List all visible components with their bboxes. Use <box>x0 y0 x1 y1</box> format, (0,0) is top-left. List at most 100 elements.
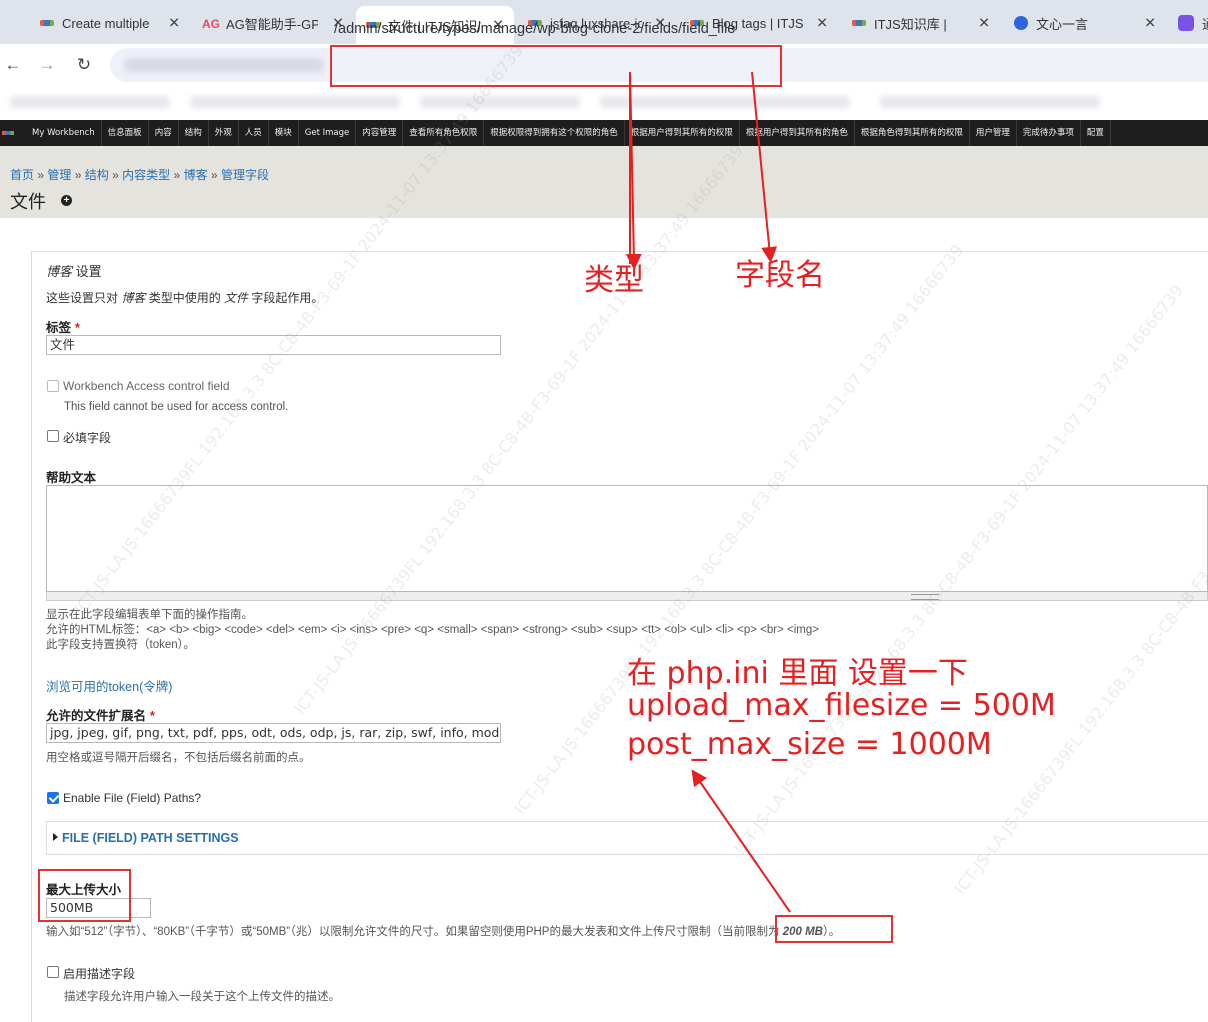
toolbar-item[interactable]: 根据用户得到其所有的角色 <box>740 120 855 146</box>
blurred-bookmark[interactable] <box>420 96 580 108</box>
breadcrumb-separator: » <box>210 168 218 182</box>
enable-description-checkbox[interactable] <box>47 966 59 978</box>
toolbar-item[interactable]: 内容管理 <box>356 120 404 146</box>
tab-title: ITJS知识库 | <box>874 16 947 32</box>
textarea-resize-handle[interactable] <box>46 592 1208 601</box>
toolbar-item[interactable]: 模块 <box>269 120 299 146</box>
browser-tab[interactable]: 通 <box>1168 8 1208 38</box>
ag-favicon-icon: AG <box>202 17 220 31</box>
close-icon[interactable]: ✕ <box>1144 15 1156 32</box>
admin-toolbar: My Workbench 信息面板 内容 结构 外观 人员 模块 Get Ima… <box>0 120 1208 146</box>
enable-description-help: 描述字段允许用户输入一段关于这个上传文件的描述。 <box>64 991 340 1003</box>
enable-description-label: 启用描述字段 <box>63 967 136 981</box>
forward-arrow-icon[interactable]: → <box>36 54 58 76</box>
browse-tokens-link[interactable]: 浏览可用的token(令牌) <box>46 676 172 695</box>
current-limit-highlight-box <box>775 915 893 943</box>
blurred-bookmark[interactable] <box>600 96 850 108</box>
label-text: 标签 <box>46 321 72 335</box>
toolbar-item[interactable]: 外观 <box>209 120 239 146</box>
toolbar-item[interactable]: 根据用户得到其所有的权限 <box>625 120 740 146</box>
tab-title: AG智能助手-GPT <box>226 16 318 32</box>
toolbar-item[interactable]: 结构 <box>179 120 209 146</box>
blurred-host <box>124 58 324 72</box>
required-marker: * <box>150 709 155 723</box>
required-marker: * <box>75 321 80 335</box>
toolbar-item[interactable]: 根据角色得到其所有的权限 <box>855 120 970 146</box>
help-text-description: 显示在此字段编辑表单下面的操作指南。 <box>46 609 253 621</box>
max-size-highlight-box <box>38 869 131 922</box>
breadcrumb-separator: » <box>173 168 181 182</box>
enable-file-paths-checkbox[interactable] <box>47 792 59 804</box>
itjs-favicon-icon <box>40 20 54 26</box>
blurred-bookmark[interactable] <box>880 96 1100 108</box>
max-upload-size-description: 输入如“512”（字节）、“80KB”（千字节）或“50MB”（兆）以限制允许文… <box>46 923 840 939</box>
tab-title: Create multiple <box>62 15 150 31</box>
help-text-textarea[interactable] <box>46 485 1208 592</box>
url-text[interactable]: /admin/structure/types/manage/wp-blog-cl… <box>334 21 735 37</box>
breadcrumb-link[interactable]: 内容类型 <box>122 168 170 182</box>
file-path-settings-toggle[interactable]: FILE (FIELD) PATH SETTINGS <box>53 831 239 845</box>
breadcrumb-link[interactable]: 管理 <box>47 168 71 182</box>
breadcrumb-link[interactable]: 结构 <box>85 168 109 182</box>
label-text: 允许的文件扩展名 <box>46 709 147 723</box>
toolbar-item[interactable]: 根据权限得到拥有这个权限的角色 <box>484 120 625 146</box>
workbench-access-description: This field cannot be used for access con… <box>64 401 289 413</box>
section-title-suffix: 设置 <box>72 264 102 279</box>
annotation-php-line2: upload_max_filesize = 500M <box>627 688 1056 723</box>
site-logo-icon[interactable] <box>0 120 22 146</box>
toolbar-item[interactable]: 人员 <box>239 120 269 146</box>
blurred-bookmark[interactable] <box>190 96 400 108</box>
toolbar-item[interactable]: 查看所有角色权限 <box>403 120 485 146</box>
browser-tab[interactable]: 文心一言 ✕ <box>1004 8 1166 38</box>
reload-icon[interactable]: ↻ <box>73 54 95 76</box>
fieldset-legend-text: FILE (FIELD) PATH SETTINGS <box>62 831 239 845</box>
browser-tab[interactable]: ITJS知识库 | ✕ <box>842 8 1000 38</box>
file-extensions-label: 允许的文件扩展名 * <box>46 705 155 724</box>
breadcrumb-separator: » <box>112 168 119 182</box>
label-input[interactable]: 文件 <box>46 335 501 355</box>
browser-tab[interactable]: AG AG智能助手-GPT ✕ <box>192 8 354 38</box>
breadcrumb-link[interactable]: 管理字段 <box>221 168 269 182</box>
breadcrumb: 首页 » 管理 » 结构 » 内容类型 » 博客 » 管理字段 <box>10 166 269 183</box>
toolbar-item[interactable]: 内容 <box>149 120 179 146</box>
annotation-php-line1: 在 php.ini 里面 设置一下 <box>627 656 968 691</box>
add-shortcut-icon[interactable]: + <box>61 195 72 206</box>
bookmarks-bar <box>0 86 1208 118</box>
breadcrumb-separator: » <box>37 168 45 182</box>
desc-type: 博客 <box>121 291 146 305</box>
toolbar-item[interactable]: 配置 <box>1081 120 1111 146</box>
enable-file-paths-label: Enable File (Field) Paths? <box>63 791 202 805</box>
breadcrumb-link[interactable]: 首页 <box>10 168 34 182</box>
allowed-html-description: 允许的HTML标签：<a> <b> <big> <code> <del> <em… <box>46 624 819 636</box>
close-icon[interactable]: ✕ <box>816 15 828 32</box>
browser-tab[interactable]: Create multiple ✕ <box>30 8 190 38</box>
desc-text: 这些设置只对 <box>46 291 122 305</box>
url-highlight-box <box>330 45 782 87</box>
close-icon[interactable]: ✕ <box>168 15 180 32</box>
back-arrow-icon[interactable]: ← <box>2 54 24 76</box>
desc-text: 类型中使用的 <box>145 291 225 305</box>
workbench-access-checkbox[interactable] <box>47 380 59 392</box>
toolbar-item[interactable]: 用户管理 <box>970 120 1017 146</box>
breadcrumb-separator: » <box>74 168 82 182</box>
desc-field: 文件 <box>224 291 249 305</box>
page-title: 文件 <box>10 192 46 212</box>
breadcrumb-link[interactable]: 博客 <box>184 168 208 182</box>
page-header: 首页 » 管理 » 结构 » 内容类型 » 博客 » 管理字段 文件 + <box>0 146 1208 218</box>
annotation-php-line3: post_max_size = 1000M <box>627 727 992 762</box>
current-limit-prefix: 当前限制为 <box>721 926 783 938</box>
toolbar-item[interactable]: Get Image <box>299 120 357 146</box>
file-extensions-input[interactable]: jpg, jpeg, gif, png, txt, pdf, pps, odt,… <box>46 723 501 743</box>
close-icon[interactable]: ✕ <box>978 15 990 32</box>
label-field-label: 标签 * <box>46 317 80 336</box>
tab-title: 通 <box>1202 14 1208 33</box>
required-field-checkbox[interactable] <box>47 430 59 442</box>
toolbar-item[interactable]: My Workbench <box>26 120 102 146</box>
token-support-description: 此字段支持置换符（token）。 <box>46 639 195 651</box>
expand-triangle-icon <box>53 833 58 841</box>
blurred-bookmark[interactable] <box>10 96 170 108</box>
itjs-favicon-icon <box>852 20 866 26</box>
toolbar-item[interactable]: 完成待办事项 <box>1017 120 1081 146</box>
toolbar-item[interactable]: 信息面板 <box>102 120 149 146</box>
help-text-label: 帮助文本 <box>46 471 97 485</box>
